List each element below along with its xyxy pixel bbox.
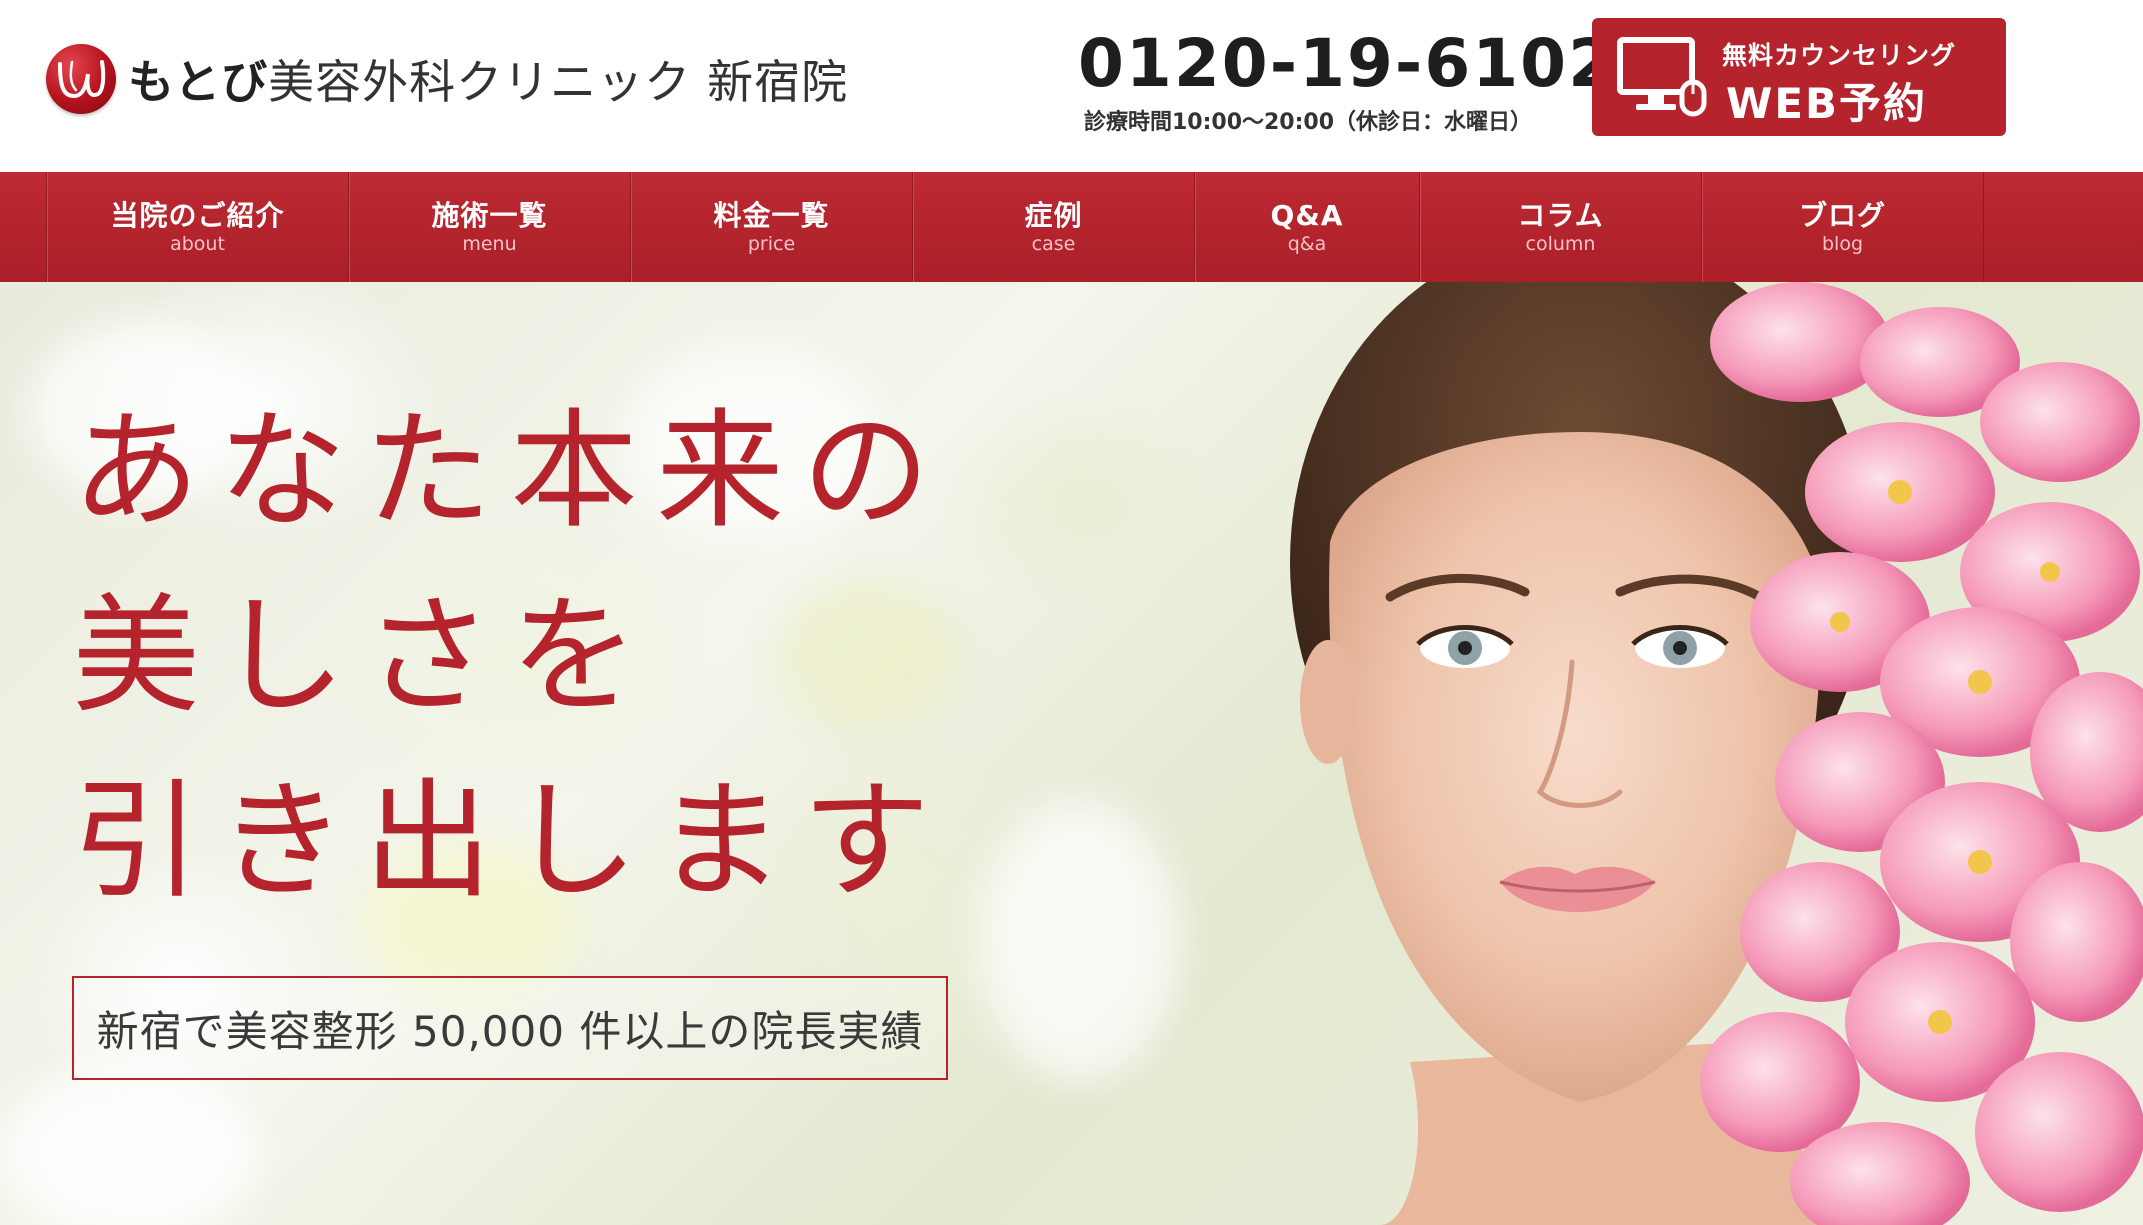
- branch-name: 新宿院: [707, 55, 849, 109]
- nav-item-blog[interactable]: ブログ blog: [1702, 172, 1984, 282]
- global-nav-list: 当院のご紹介 about 施術一覧 menu 料金一覧 price 症例 cas…: [46, 172, 1984, 282]
- hero-tagline: 新宿で美容整形 50,000 件以上の院長実績: [96, 1006, 924, 1056]
- site-header: もとび美容外科クリニック 新宿院 0120-19-6102 診療時間10:00〜2…: [0, 0, 2143, 172]
- background-blossom: [980, 802, 1180, 1082]
- office-hours: 診療時間10:00〜20:00（休診日：水曜日）: [1083, 110, 1533, 135]
- nav-item-qa[interactable]: Q&A q&a: [1195, 172, 1420, 282]
- web-button-main-label: WEB予約: [1726, 79, 1928, 128]
- clinic-logo[interactable]: もとび美容外科クリニック 新宿院: [46, 44, 848, 114]
- nav-item-menu[interactable]: 施術一覧 menu: [349, 172, 631, 282]
- nav-item-sublabel: blog: [1821, 233, 1864, 255]
- clinic-name-rest: 美容外科クリニック: [268, 55, 692, 109]
- hero-headline-line-2: 美しさを: [72, 582, 657, 731]
- hero-headline-line-1: あなた本来の: [72, 397, 949, 546]
- phone-number[interactable]: 0120-19-6102: [1078, 26, 1614, 102]
- nav-item-label: 料金一覧: [713, 199, 830, 232]
- background-blossom: [0, 1062, 260, 1225]
- clinic-name-bold: もとび: [128, 55, 269, 109]
- logo-mark-icon: [46, 44, 116, 114]
- nav-item-label: コラム: [1517, 199, 1604, 232]
- phone-block: 0120-19-6102 診療時間10:00〜20:00（休診日：水曜日）: [1078, 26, 1614, 136]
- hero-banner: あなた本来の 美しさを 引き出します 新宿で美容整形 50,000 件以上の院長…: [0, 282, 2143, 1225]
- nav-item-case[interactable]: 症例 case: [913, 172, 1195, 282]
- hero-headline-line-3: 引き出します: [72, 767, 949, 916]
- nav-item-label: 施術一覧: [431, 199, 548, 232]
- nav-item-sublabel: menu: [462, 233, 517, 255]
- web-button-sub-label: 無料カウンセリング: [1722, 41, 1957, 70]
- nav-item-label: Q&A: [1270, 199, 1344, 232]
- nav-item-sublabel: case: [1031, 233, 1076, 255]
- web-reservation-button[interactable]: 無料カウンセリング WEB予約: [1592, 18, 2006, 136]
- nav-item-sublabel: price: [747, 233, 796, 255]
- hero-tagline-box: 新宿で美容整形 50,000 件以上の院長実績: [72, 976, 948, 1080]
- nav-item-about[interactable]: 当院のご紹介 about: [47, 172, 349, 282]
- nav-item-column[interactable]: コラム column: [1420, 172, 1702, 282]
- model-photo: [1290, 282, 2143, 1225]
- nav-item-sublabel: about: [170, 233, 225, 255]
- background-blossom: [780, 582, 960, 732]
- clinic-name: もとび美容外科クリニック 新宿院: [128, 46, 848, 112]
- nav-item-sublabel: column: [1525, 233, 1596, 255]
- nav-item-label: 当院のご紹介: [110, 199, 285, 232]
- nav-item-label: 症例: [1024, 199, 1083, 232]
- nav-item-sublabel: q&a: [1287, 233, 1327, 255]
- global-nav: 当院のご紹介 about 施術一覧 menu 料金一覧 price 症例 cas…: [0, 172, 2143, 282]
- nav-item-price[interactable]: 料金一覧 price: [631, 172, 913, 282]
- computer-monitor-mouse-icon: [1617, 37, 1707, 117]
- nav-item-label: ブログ: [1798, 199, 1886, 232]
